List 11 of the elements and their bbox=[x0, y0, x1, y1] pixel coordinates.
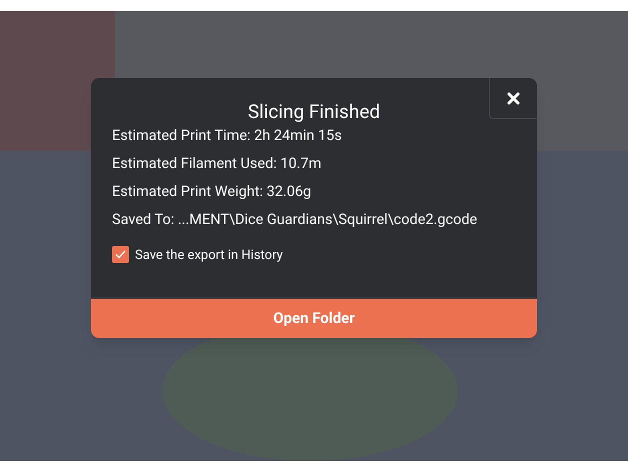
info-text: Saved To: ...MENT\Dice Guardians\Squirrel\code2.gcode bbox=[112, 210, 478, 230]
dialog-title: Slicing Finished bbox=[246, 100, 382, 124]
info-text: Estimated Filament Used: 10.7m bbox=[112, 154, 322, 174]
checkmark-icon bbox=[115, 250, 126, 259]
close-icon bbox=[507, 92, 520, 104]
info-text: Estimated Print Time: 2h 24min 15s bbox=[112, 126, 343, 146]
info-text: Estimated Print Weight: 32.06g bbox=[112, 182, 312, 202]
checkbox[interactable] bbox=[112, 246, 129, 263]
open-folder-button[interactable]: Open Folder bbox=[91, 297, 537, 338]
checkbox-label: Save the export in History bbox=[135, 247, 283, 265]
close-button[interactable] bbox=[489, 78, 537, 119]
